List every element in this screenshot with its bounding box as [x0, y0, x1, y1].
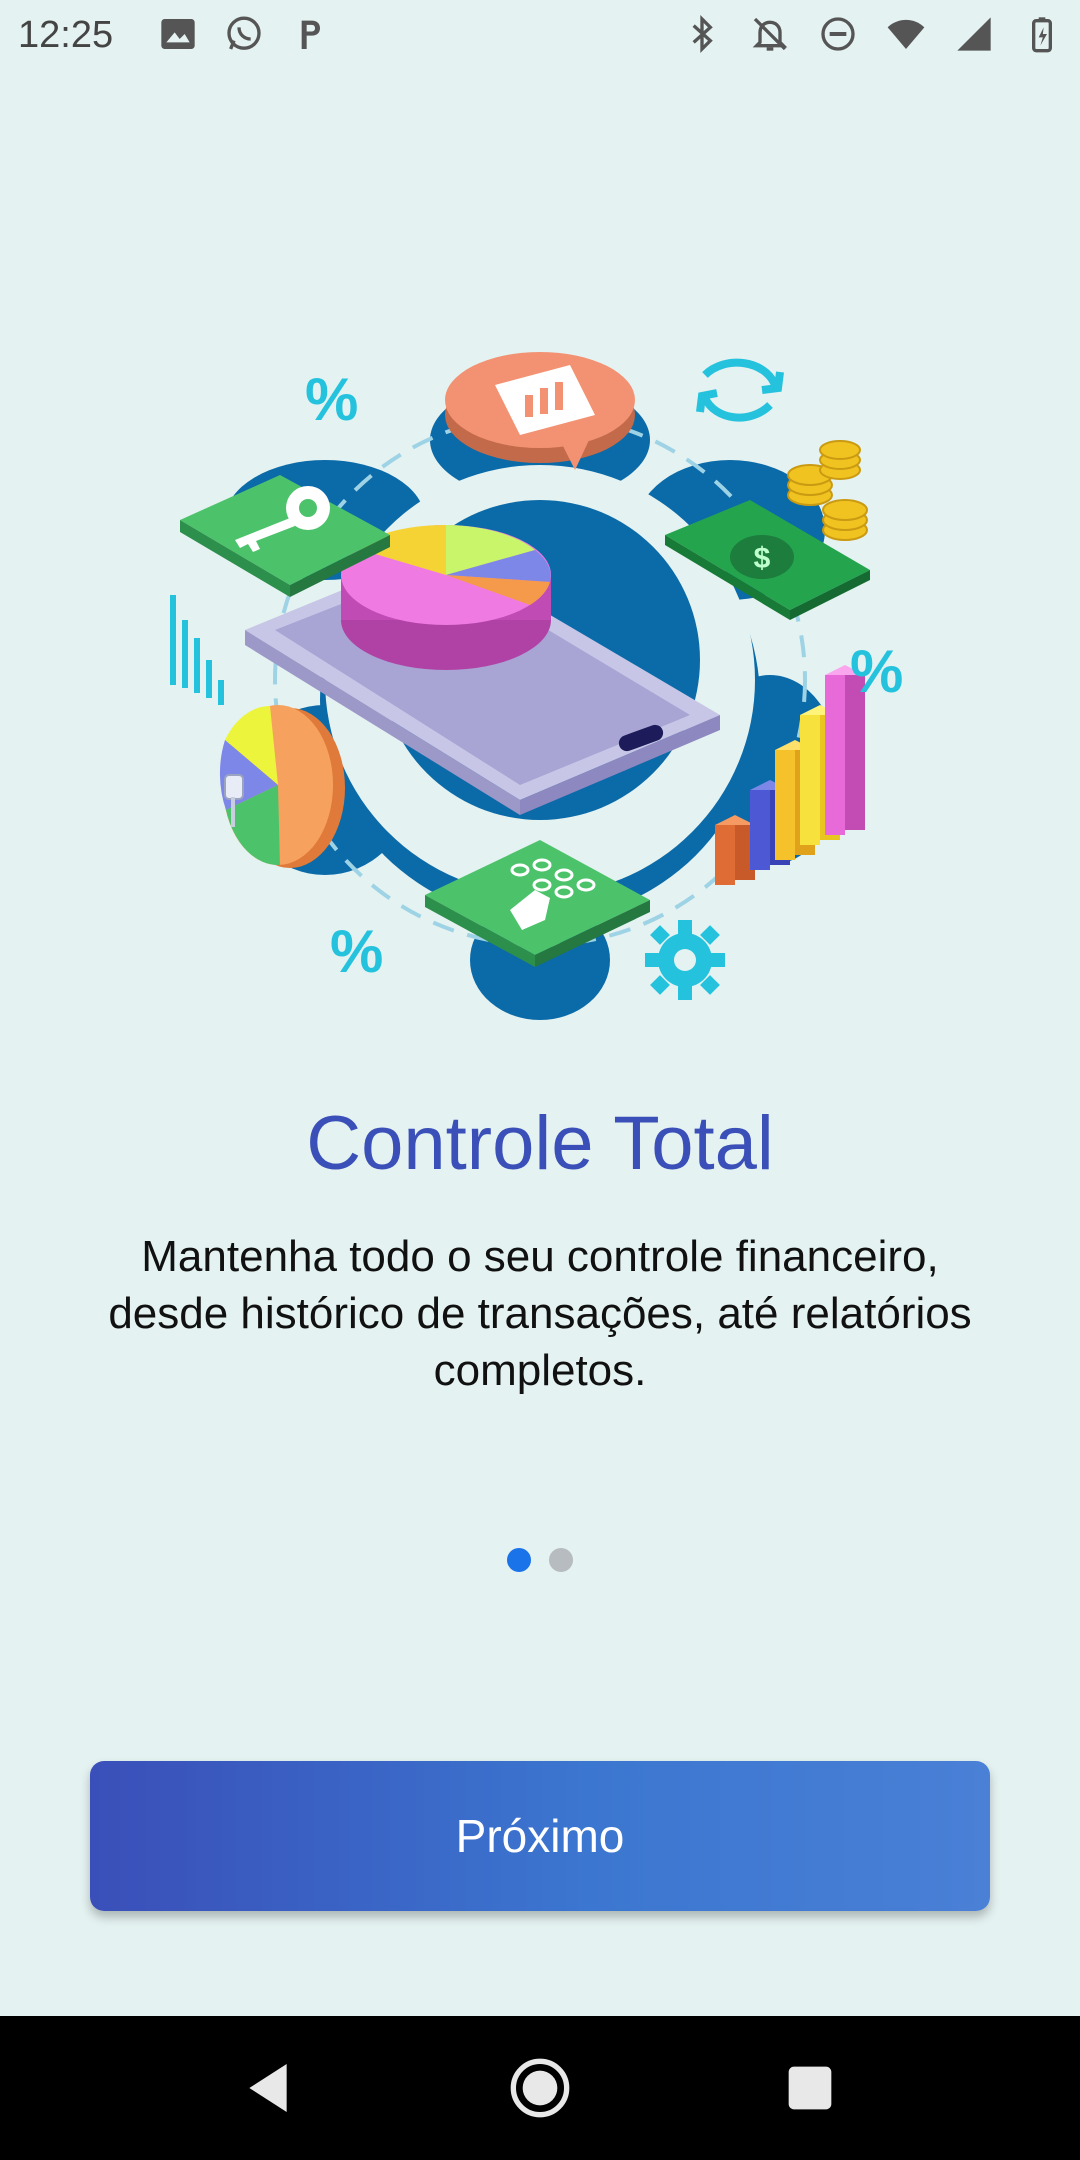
status-left-icons [158, 14, 330, 54]
gear-icon [645, 920, 725, 1000]
system-nav-bar [0, 2016, 1080, 2160]
onboarding-description: Mantenha todo o seu controle financeiro,… [108, 1232, 972, 1395]
svg-text:%: % [850, 638, 903, 705]
battery-icon [1032, 17, 1052, 53]
parking-icon [301, 20, 320, 49]
status-bar: 12:25 [0, 0, 1080, 72]
bar-graph-icon [170, 595, 224, 705]
recents-icon[interactable] [778, 2056, 842, 2120]
status-right-icons [682, 14, 1062, 54]
back-icon[interactable] [236, 2056, 300, 2120]
finance-illustration: $ % % % [170, 352, 903, 1020]
pie-chart-side-icon [219, 705, 345, 868]
page-dot-active[interactable] [507, 1548, 531, 1572]
notifications-off-icon [752, 17, 788, 51]
bluetooth-icon [692, 14, 713, 54]
page-indicator [0, 1548, 1080, 1572]
whatsapp-icon [227, 16, 261, 50]
refresh-arrows-icon [696, 358, 784, 422]
wifi-icon [887, 19, 925, 49]
svg-text:%: % [330, 918, 383, 985]
signal-icon [957, 17, 991, 51]
svg-text:$: $ [754, 542, 771, 575]
status-time: 12:25 [18, 14, 114, 56]
svg-text:%: % [305, 366, 358, 433]
do-not-disturb-icon [821, 17, 855, 51]
page-dot-inactive[interactable] [549, 1548, 573, 1572]
image-icon [161, 19, 195, 49]
next-button[interactable]: Próximo [90, 1761, 990, 1911]
home-icon[interactable] [508, 2056, 572, 2120]
onboarding-title: Controle Total [306, 1101, 774, 1186]
